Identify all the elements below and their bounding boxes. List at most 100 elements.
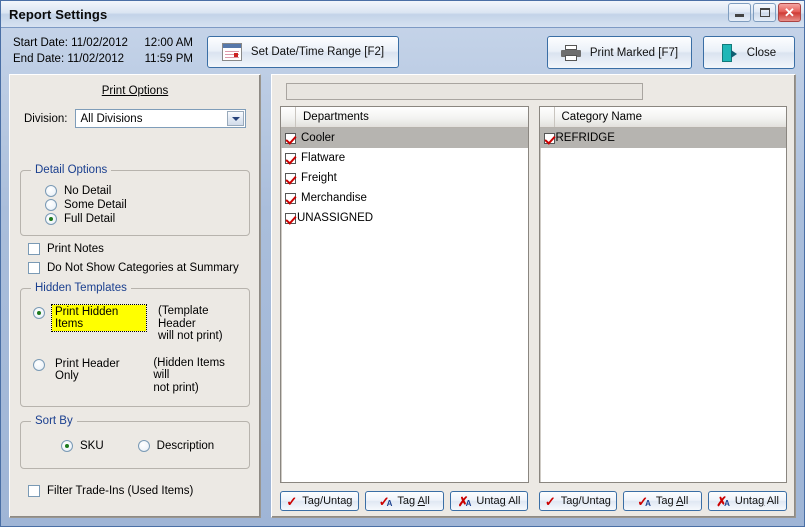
categories-column-header: Category Name: [561, 111, 643, 123]
start-date-label: Start Date: 11/02/2012: [13, 37, 128, 49]
chevron-down-icon[interactable]: [227, 111, 244, 126]
departments-untag-all-button[interactable]: ✗A Untag All: [449, 491, 529, 511]
row-checkbox-icon[interactable]: [285, 212, 296, 224]
print-hidden-items-note-line1: (Template Header: [157, 305, 209, 330]
table-row[interactable]: Freight: [281, 168, 528, 188]
departments-column-header: Departments: [303, 111, 369, 123]
print-options-header: Print Options: [101, 85, 169, 97]
row-label: UNASSIGNED: [297, 212, 374, 224]
set-date-time-range-button[interactable]: Set Date/Time Range [F2]: [207, 36, 399, 68]
categories-listbox[interactable]: Category Name REFRIDGE: [538, 106, 787, 483]
panel-divider: [261, 74, 271, 518]
division-row: Division: All Divisions: [24, 109, 252, 128]
check-all-icon: ✓A: [637, 493, 651, 509]
division-label: Division:: [24, 112, 68, 125]
filter-input[interactable]: [286, 83, 643, 100]
categories-header-gutter: [540, 107, 555, 127]
filter-trade-ins-checkbox[interactable]: Filter Trade-Ins (Used Items): [28, 485, 252, 497]
row-checkbox-icon[interactable]: [285, 132, 296, 144]
row-label: REFRIDGE: [555, 132, 615, 144]
table-row[interactable]: UNASSIGNED: [281, 208, 528, 228]
radio-full-detail[interactable]: Full Detail: [45, 213, 243, 225]
no-categories-summary-checkbox[interactable]: Do Not Show Categories at Summary: [28, 262, 252, 274]
cross-check-icon: ✗A: [716, 493, 730, 509]
row-label: Flatware: [301, 152, 346, 164]
radio-sort-sku[interactable]: SKU: [61, 440, 104, 452]
categories-tag-untag-label: Tag/Untag: [560, 495, 611, 507]
radio-sort-description[interactable]: Description: [137, 440, 215, 452]
print-notes-checkbox[interactable]: Print Notes: [28, 243, 252, 255]
departments-listbox[interactable]: Departments Cooler Flatware Freight Merc…: [280, 106, 529, 483]
filter-trade-ins-label: Filter Trade-Ins (Used Items): [47, 485, 194, 497]
hidden-templates-label: Hidden Templates: [31, 282, 131, 294]
sort-by-label: Sort By: [31, 415, 77, 427]
radio-sort-description-label: Description: [156, 440, 215, 452]
no-categories-summary-box-icon: [28, 262, 40, 274]
radio-print-header-only-label: Print Header Only: [55, 357, 120, 382]
categories-tag-untag-button[interactable]: ✓ Tag/Untag: [538, 491, 618, 511]
categories-header[interactable]: Category Name: [539, 107, 786, 128]
set-date-time-range-label: Set Date/Time Range [F2]: [250, 46, 385, 58]
table-row[interactable]: REFRIDGE: [539, 128, 786, 148]
division-select[interactable]: All Divisions: [75, 109, 246, 128]
departments-header-gutter: [281, 107, 296, 127]
minimize-button[interactable]: [728, 3, 751, 22]
radio-print-hidden-items-label: Print Hidden Items: [51, 304, 147, 332]
radio-some-detail-icon: [45, 199, 57, 211]
row-label: Cooler: [301, 132, 335, 144]
check-icon: ✓: [544, 493, 556, 509]
toolbar: Start Date: 11/02/2012 12:00 AM End Date…: [1, 28, 804, 74]
radio-print-header-only[interactable]: Print Header Only (Hidden Items will not…: [33, 357, 243, 395]
table-row[interactable]: Merchandise: [281, 188, 528, 208]
print-hidden-items-note-line2: will not print): [157, 330, 223, 342]
row-checkbox-icon[interactable]: [285, 172, 296, 184]
hidden-templates-group: Hidden Templates Print Hidden Items (Tem…: [20, 282, 250, 407]
report-settings-window: Report Settings ✕ Start Date: 11/02/2012…: [0, 0, 805, 527]
categories-tag-all-button[interactable]: ✓A Tag All: [623, 491, 703, 511]
radio-full-detail-label: Full Detail: [64, 213, 116, 225]
categories-untag-all-button[interactable]: ✗A Untag All: [708, 491, 787, 511]
departments-tag-all-button[interactable]: ✓A Tag All: [364, 491, 444, 511]
table-row[interactable]: Cooler: [281, 128, 528, 148]
print-header-only-note-line1: (Hidden Items will: [153, 356, 225, 382]
radio-no-detail-icon: [45, 185, 57, 197]
radio-sort-description-icon: [137, 440, 150, 452]
close-icon: ✕: [784, 4, 795, 20]
row-checkbox-icon[interactable]: [285, 152, 296, 164]
close-button[interactable]: Close: [703, 36, 795, 69]
maximize-button[interactable]: [753, 3, 776, 22]
radio-sort-sku-label: SKU: [80, 440, 104, 452]
table-row[interactable]: Flatware: [281, 148, 528, 168]
print-notes-box-icon: [28, 243, 40, 255]
radio-full-detail-icon: [45, 213, 57, 225]
calendar-icon: [221, 43, 242, 61]
selection-panel: Departments Cooler Flatware Freight Merc…: [271, 74, 796, 518]
close-window-button[interactable]: ✕: [778, 3, 801, 22]
end-date-label: End Date: 11/02/2012: [13, 53, 125, 65]
printer-icon: [560, 44, 581, 61]
window-controls: ✕: [728, 3, 801, 22]
print-header-only-note-line2: not print): [153, 381, 199, 394]
minimize-icon: [735, 14, 744, 17]
filter-trade-ins-box-icon: [28, 485, 40, 497]
departments-header[interactable]: Departments: [281, 107, 528, 128]
detail-options-label: Detail Options: [31, 164, 112, 176]
date-range-display: Start Date: 11/02/2012 12:00 AM End Date…: [13, 35, 193, 67]
maximize-icon: [759, 8, 770, 17]
no-categories-summary-label: Do Not Show Categories at Summary: [47, 262, 239, 274]
departments-tag-all-label: Tag All: [397, 495, 430, 507]
row-checkbox-icon[interactable]: [543, 132, 555, 144]
radio-print-hidden-items[interactable]: Print Hidden Items (Template Header will…: [33, 304, 243, 343]
radio-print-hidden-items-icon: [33, 307, 45, 319]
print-marked-button[interactable]: Print Marked [F7]: [547, 36, 692, 69]
radio-no-detail[interactable]: No Detail: [45, 185, 243, 197]
row-checkbox-icon[interactable]: [285, 192, 296, 204]
departments-button-row: ✓ Tag/Untag ✓A Tag All ✗A Untag All: [280, 491, 529, 511]
departments-tag-untag-button[interactable]: ✓ Tag/Untag: [280, 491, 359, 511]
end-time-label: 11:59 PM: [144, 53, 193, 65]
radio-some-detail[interactable]: Some Detail: [45, 199, 243, 211]
print-hidden-items-note: (Template Header will not print): [158, 305, 243, 343]
row-label: Merchandise: [301, 192, 367, 204]
categories-column: Category Name REFRIDGE ✓ Tag/Untag ✓A Ta…: [538, 106, 787, 511]
print-options-panel: Print Options Division: All Divisions De…: [9, 74, 261, 518]
